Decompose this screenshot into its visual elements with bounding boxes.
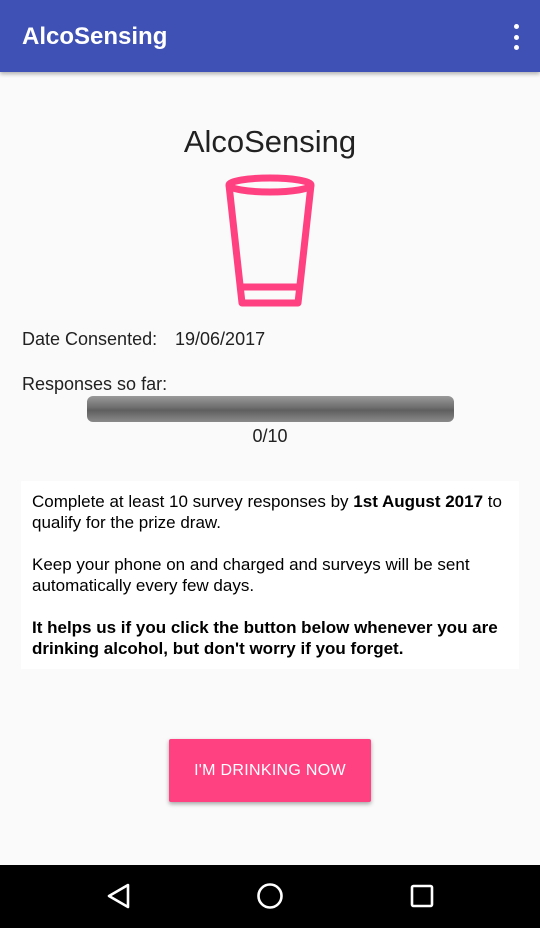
app-bar: AlcoSensing (0, 0, 540, 72)
deadline-date: 1st August 2017 (353, 492, 484, 511)
app-title: AlcoSensing (22, 23, 168, 50)
info-card: Complete at least 10 survey responses by… (21, 481, 519, 669)
date-consented-value: 19/06/2017 (175, 329, 266, 349)
home-icon[interactable] (256, 882, 284, 910)
responses-count: 0/10 (252, 426, 288, 446)
date-consented-row: Date Consented: 19/06/2017 (22, 328, 265, 350)
responses-progress-bar (87, 396, 454, 422)
info-paragraph-button-help: It helps us if you click the button belo… (32, 618, 498, 658)
info-paragraph-deadline: Complete at least 10 survey responses by… (32, 492, 502, 532)
drinking-now-button[interactable]: I'M DRINKING NOW (169, 739, 371, 802)
back-icon[interactable] (106, 883, 132, 909)
system-nav-bar (0, 865, 540, 928)
info-paragraph-phone: Keep your phone on and charged and surve… (32, 555, 470, 595)
recents-icon[interactable] (410, 884, 434, 908)
date-consented-label: Date Consented: (22, 329, 158, 349)
more-vert-icon[interactable] (508, 24, 524, 50)
responses-label: Responses so far: (22, 374, 168, 394)
page-heading: AlcoSensing (183, 124, 357, 159)
glass-icon (225, 174, 315, 307)
